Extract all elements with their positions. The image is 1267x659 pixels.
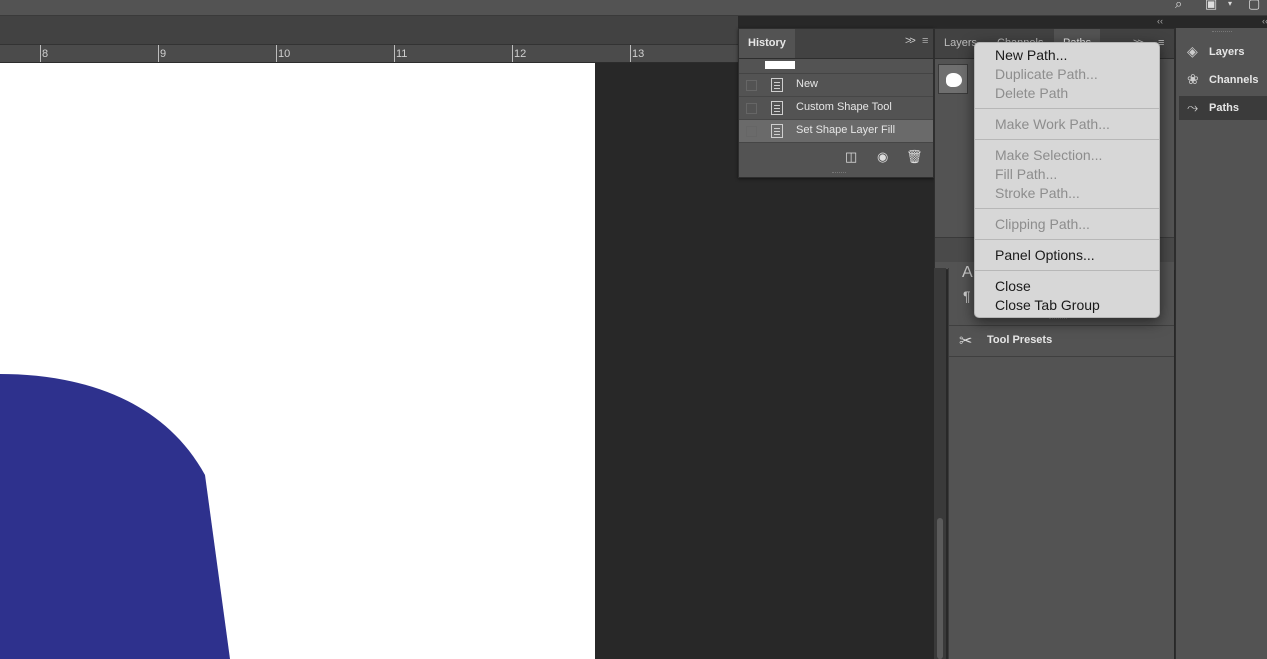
document-icon	[771, 124, 783, 138]
history-source-checkbox[interactable]	[746, 126, 757, 137]
history-source-checkbox[interactable]	[746, 103, 757, 114]
resize-grip[interactable]	[832, 172, 846, 176]
document-canvas[interactable]	[0, 63, 595, 659]
ruler-label: 8	[42, 48, 49, 60]
new-document-from-state-icon[interactable]: ◫	[845, 149, 857, 165]
divider	[949, 356, 1174, 357]
share-icon[interactable]: ▢	[1248, 0, 1260, 12]
tool-presets-icon[interactable]: ✂	[959, 331, 972, 351]
menu-item-close[interactable]: Close	[995, 278, 1031, 294]
application-bar: ⌕ ▣ ▾ ▢	[0, 0, 1267, 16]
panel-dock: ‹‹ ◈ Layers ❀ Channels ⤳ Paths	[1175, 16, 1267, 659]
history-panel: History >> ≡ New Custom Shape Tool Set S…	[738, 28, 934, 178]
character-icon[interactable]: A	[962, 264, 973, 282]
history-tab-label: History	[748, 37, 786, 49]
menu-item-close-tab-group[interactable]: Close Tab Group	[995, 297, 1100, 313]
workspace-switcher-icon[interactable]: ▣	[1205, 0, 1217, 12]
collapse-dock-icon[interactable]: ‹‹	[1262, 16, 1267, 26]
dock-item-paths[interactable]: ⤳ Paths	[1179, 96, 1267, 120]
menu-separator	[975, 139, 1159, 140]
ruler-tick	[276, 45, 277, 62]
channels-icon: ❀	[1187, 71, 1199, 87]
history-state[interactable]: Custom Shape Tool	[739, 97, 933, 120]
menu-item-new-path[interactable]: New Path...	[995, 47, 1067, 63]
resize-grip[interactable]	[1212, 31, 1232, 35]
tab-layers[interactable]: Layers	[944, 37, 977, 49]
history-state-selected[interactable]: Set Shape Layer Fill	[739, 120, 933, 143]
history-state-label: Custom Shape Tool	[796, 101, 892, 113]
panel-scrollbar[interactable]	[934, 268, 946, 659]
menu-item-clipping-path[interactable]: Clipping Path...	[995, 216, 1090, 232]
ruler-label: 11	[396, 48, 408, 60]
history-source-checkbox[interactable]	[746, 80, 757, 91]
document-tab-bar	[0, 16, 738, 45]
paths-icon: ⤳	[1187, 99, 1199, 115]
history-footer: ◫ ◉ 🗑	[739, 147, 933, 169]
shape-path-thumbnail	[938, 64, 968, 94]
custom-shape-layer[interactable]	[0, 63, 595, 659]
paragraph-icon[interactable]: ¶	[963, 288, 971, 304]
ruler-tick	[40, 45, 41, 62]
ruler-label: 12	[514, 48, 527, 60]
resize-grip[interactable]	[1049, 318, 1067, 322]
layers-icon: ◈	[1187, 43, 1198, 59]
scrollbar-thumb[interactable]	[937, 518, 943, 659]
ruler-tick	[158, 45, 159, 62]
collapse-panel-icon[interactable]: >>	[905, 35, 916, 47]
tool-presets-label[interactable]: Tool Presets	[987, 334, 1052, 346]
snapshot-thumbnail	[765, 61, 795, 69]
ruler-tick	[630, 45, 631, 62]
camera-icon[interactable]: ◉	[877, 149, 888, 165]
dock-item-label: Paths	[1209, 102, 1239, 114]
dock-item-label: Channels	[1209, 74, 1259, 86]
panel-menu-icon[interactable]: ≡	[922, 35, 928, 47]
menu-item-stroke-path[interactable]: Stroke Path...	[995, 185, 1080, 201]
document-icon	[771, 101, 783, 115]
ruler-tick	[512, 45, 513, 62]
search-icon[interactable]: ⌕	[1175, 0, 1182, 12]
paths-panel-menu: New Path... Duplicate Path... Delete Pat…	[974, 42, 1160, 318]
trash-icon[interactable]: 🗑	[906, 149, 923, 165]
secondary-panel-dock: A ¶ ✂ Tool Presets	[948, 264, 1174, 659]
menu-item-make-work-path[interactable]: Make Work Path...	[995, 116, 1110, 132]
tab-history[interactable]: History	[739, 29, 795, 58]
dock-item-layers[interactable]: ◈ Layers	[1179, 40, 1267, 64]
chevron-down-icon[interactable]: ▾	[1228, 0, 1232, 8]
ruler-tick	[394, 45, 395, 62]
history-state-label: Set Shape Layer Fill	[796, 124, 896, 136]
document-icon	[771, 78, 783, 92]
ruler-label: 10	[278, 48, 291, 60]
menu-separator	[975, 270, 1159, 271]
history-snapshot[interactable]	[739, 59, 933, 74]
menu-item-duplicate-path[interactable]: Duplicate Path...	[995, 66, 1098, 82]
menu-item-panel-options[interactable]: Panel Options...	[995, 247, 1095, 263]
menu-separator	[975, 208, 1159, 209]
history-state[interactable]: New	[739, 74, 933, 97]
dock-item-label: Layers	[1209, 46, 1245, 58]
horizontal-ruler[interactable]: 8 9 10 11 12 13	[0, 45, 738, 63]
menu-item-make-selection[interactable]: Make Selection...	[995, 147, 1102, 163]
ruler-label: 13	[632, 48, 645, 60]
divider	[949, 325, 1174, 326]
menu-separator	[975, 239, 1159, 240]
menu-item-delete-path[interactable]: Delete Path	[995, 85, 1068, 101]
collapse-dock-icon[interactable]: ‹‹	[1157, 16, 1163, 26]
ruler-label: 9	[160, 48, 167, 60]
history-state-label: New	[796, 78, 819, 90]
menu-item-fill-path[interactable]: Fill Path...	[995, 166, 1057, 182]
menu-separator	[975, 108, 1159, 109]
history-panel-header: History >> ≡	[739, 29, 933, 59]
dock-item-channels[interactable]: ❀ Channels	[1179, 68, 1267, 92]
